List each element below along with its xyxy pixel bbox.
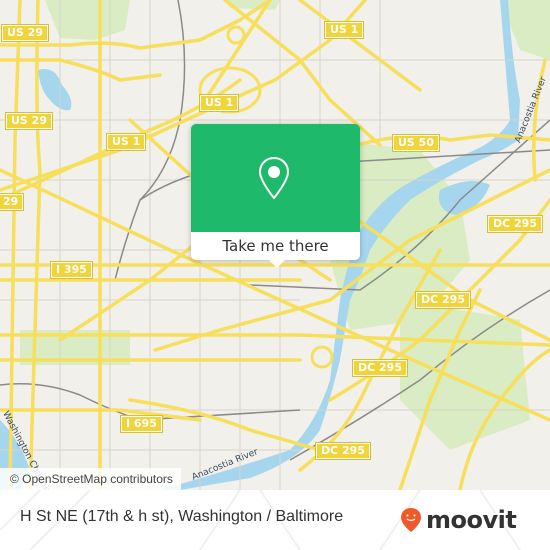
- route-shield-us29: US 29: [2, 25, 48, 41]
- route-shield-dc295: DC 295: [353, 360, 407, 376]
- route-shield-dc295: DC 295: [416, 292, 470, 308]
- route-shield-us29: US 29: [6, 113, 52, 129]
- take-me-there-button[interactable]: Take me there: [191, 232, 360, 260]
- popup-header: [191, 124, 360, 232]
- route-shield-us1: US 1: [200, 95, 239, 111]
- route-shield-dc295: DC 295: [316, 443, 370, 459]
- moovit-logo[interactable]: moovit: [400, 505, 517, 535]
- popup-tail: [269, 260, 285, 268]
- place-name: H St NE (17th & h st), Washington / Balt…: [20, 508, 344, 525]
- route-shield-29: 29: [0, 194, 24, 210]
- route-shield-dc295: DC 295: [488, 216, 542, 232]
- route-shield-us1: US 1: [325, 22, 364, 38]
- roundabout: [310, 345, 334, 369]
- route-shield-us50: US 50: [393, 135, 439, 151]
- route-shield-i395: I 395: [51, 262, 92, 278]
- route-shield-us1: US 1: [107, 134, 146, 150]
- moovit-wordmark: moovit: [426, 506, 517, 534]
- moovit-pin-icon: [401, 508, 421, 532]
- location-pin-icon: [259, 157, 289, 199]
- route-shield-i695: I 695: [121, 416, 162, 432]
- interchange: [226, 25, 246, 45]
- map-attribution[interactable]: © OpenStreetMap contributors: [0, 468, 181, 490]
- location-popup: Take me there: [191, 124, 360, 268]
